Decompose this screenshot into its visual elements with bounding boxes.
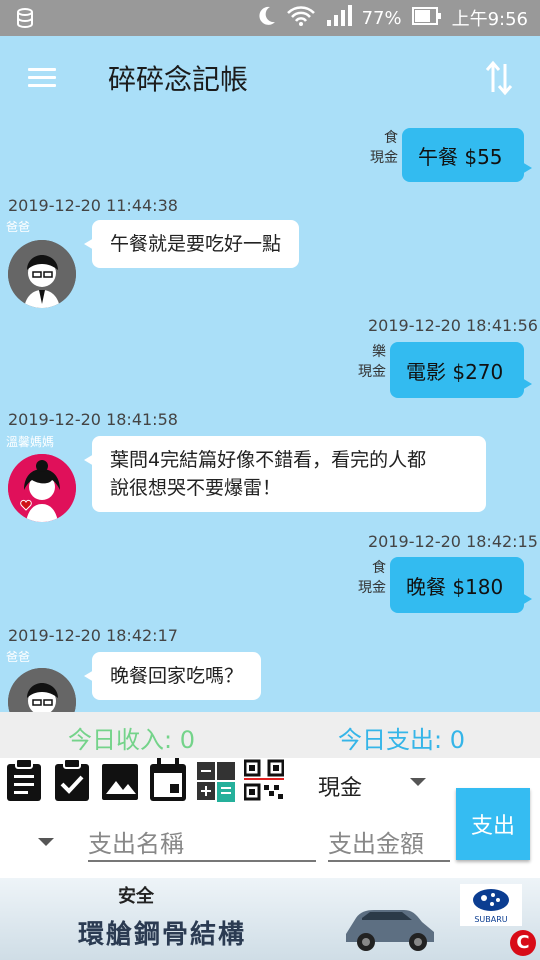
- menu-icon[interactable]: [28, 68, 56, 88]
- message-meta: 樂 現金: [358, 342, 386, 382]
- expense-name-input[interactable]: 支出名稱: [88, 824, 316, 862]
- brand-logo: SUBARU: [460, 884, 522, 926]
- calendar-icon[interactable]: [148, 758, 188, 802]
- outgoing-bubble[interactable]: 晚餐 $180: [390, 557, 532, 613]
- category-label: 樂: [372, 344, 386, 360]
- ad-close-icon[interactable]: C: [510, 930, 536, 956]
- payment-label: 現金: [358, 364, 386, 380]
- category-dropdown-icon[interactable]: [38, 838, 54, 846]
- message-time: 2019-12-20 11:44:38: [8, 196, 178, 215]
- category-label: 食: [384, 130, 398, 146]
- clipboard-icon[interactable]: [4, 758, 44, 802]
- incoming-bubble[interactable]: 葉問4完結篇好像不錯看，看完的人都 說很想哭不要爆雷！: [84, 436, 486, 512]
- chat-area[interactable]: 食 現金 午餐 $55 2019-12-20 11:44:38 爸爸 午餐就是要…: [0, 120, 540, 712]
- input-panel: 現金 支出名稱 支出金額 支出: [0, 758, 540, 878]
- message-time: 2019-12-20 18:42:17: [8, 626, 178, 645]
- outgoing-bubble[interactable]: 午餐 $55: [402, 128, 532, 182]
- incoming-bubble[interactable]: 午餐就是要吃好一點: [83, 220, 300, 268]
- sender-name: 爸爸: [6, 650, 31, 664]
- payment-method-select[interactable]: 現金: [318, 770, 362, 802]
- payment-label: 現金: [370, 150, 398, 166]
- avatar: [8, 240, 76, 308]
- checklist-icon[interactable]: [52, 758, 92, 802]
- image-icon[interactable]: [100, 758, 140, 802]
- message-time: 2019-12-20 18:42:15: [368, 532, 538, 551]
- battery-percentage: 77%: [361, 7, 402, 29]
- expense-amount-input[interactable]: 支出金額: [328, 824, 450, 862]
- bubble-text-line: 葉問4完結篇好像不錯看，看完的人都: [110, 449, 427, 471]
- wifi-icon: [286, 5, 316, 32]
- ad-banner[interactable]: 安全 環艙鋼骨結構 SUBARU C: [0, 878, 540, 960]
- chevron-down-icon[interactable]: [410, 778, 426, 786]
- bubble-text: 電影 $270: [406, 359, 504, 384]
- category-label: 食: [372, 560, 386, 576]
- outgoing-bubble[interactable]: 電影 $270: [390, 342, 532, 398]
- daily-summary: 今日收入: 0 今日支出: 0: [0, 712, 540, 758]
- bubble-text: 晚餐回家吃嗎？: [110, 665, 244, 687]
- app-bar: 碎碎念記帳: [0, 36, 540, 120]
- qr-scan-icon[interactable]: [243, 758, 285, 802]
- swap-vertical-icon[interactable]: [484, 58, 514, 98]
- bubble-text: 晚餐 $180: [406, 574, 504, 599]
- database-icon: [16, 8, 34, 32]
- income-summary: 今日收入: 0: [68, 726, 195, 754]
- message-time: 2019-12-20 18:41:58: [8, 410, 178, 429]
- clock: 上午9:56: [451, 9, 528, 30]
- incoming-bubble[interactable]: 晚餐回家吃嗎？: [83, 652, 262, 700]
- payment-label: 現金: [358, 580, 386, 596]
- ad-tagline: 安全: [118, 886, 154, 907]
- ad-slogan: 環艙鋼骨結構: [78, 920, 247, 950]
- brand-logo-text: SUBARU: [474, 915, 507, 924]
- status-bar: 77% 上午9:56: [0, 0, 540, 36]
- car-image: [340, 892, 440, 956]
- avatar: [8, 668, 76, 712]
- bubble-text: 午餐就是要吃好一點: [110, 233, 282, 255]
- bubble-text-line: 說很想哭不要爆雷！: [110, 477, 282, 499]
- avatar: [8, 454, 76, 522]
- message-meta: 食 現金: [358, 558, 386, 598]
- calculator-icon[interactable]: [196, 758, 236, 820]
- submit-expense-button[interactable]: 支出: [456, 788, 530, 860]
- sender-name: 爸爸: [6, 220, 31, 234]
- message-meta: 食 現金: [370, 128, 398, 168]
- app-title: 碎碎念記帳: [108, 63, 249, 96]
- battery-icon: [411, 6, 442, 31]
- expense-summary: 今日支出: 0: [338, 726, 465, 754]
- signal-icon: [326, 4, 352, 32]
- sender-name: 溫馨媽媽: [6, 435, 55, 449]
- moon-icon: [256, 5, 276, 32]
- message-time: 2019-12-20 18:41:56: [368, 316, 538, 335]
- bubble-text: 午餐 $55: [418, 144, 503, 169]
